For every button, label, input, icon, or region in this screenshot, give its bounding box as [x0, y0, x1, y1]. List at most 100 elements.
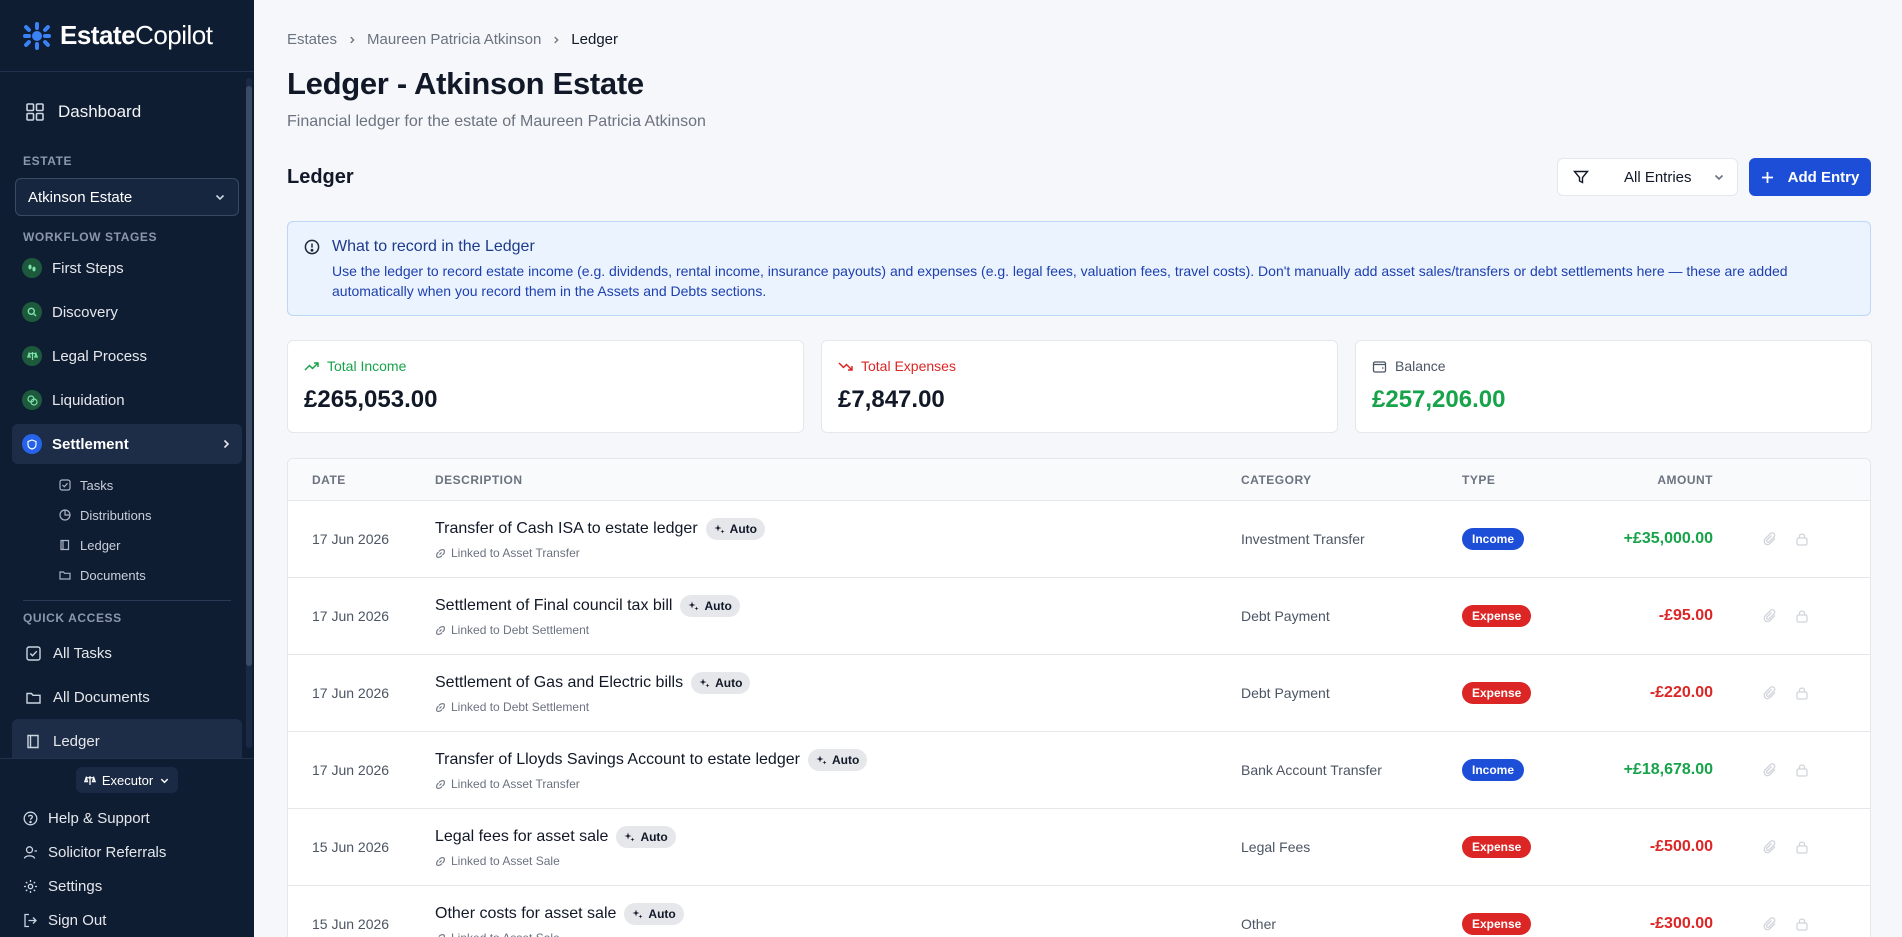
solicitor-referrals-link[interactable]: Solicitor Referrals [0, 835, 254, 869]
scrollbar-thumb[interactable] [246, 86, 252, 666]
sparkle-icon [816, 755, 827, 764]
chevron-down-icon [1714, 174, 1724, 181]
help-support-label: Help & Support [48, 809, 150, 827]
row-date: 15 Jun 2026 [312, 839, 390, 855]
folder-icon [59, 571, 71, 580]
row-actions [1763, 763, 1809, 777]
sidebar-scrollbar[interactable] [246, 78, 252, 748]
paperclip-icon[interactable] [1763, 917, 1777, 931]
header-category[interactable]: CATEGORY [1241, 473, 1462, 487]
row-type: Income [1462, 759, 1582, 781]
link-icon [436, 625, 445, 635]
logo-icon [23, 21, 51, 50]
row-category: Bank Account Transfer [1241, 762, 1382, 778]
sub-item-ledger[interactable]: Ledger [0, 530, 254, 560]
lock-icon[interactable] [1795, 609, 1809, 623]
sparkle-icon [688, 601, 699, 610]
row-link[interactable]: Linked to Asset Transfer [435, 777, 1241, 791]
help-support-link[interactable]: Help & Support [0, 801, 254, 835]
lock-icon[interactable] [1795, 763, 1809, 777]
stage-first-steps[interactable]: First Steps [12, 248, 242, 288]
row-link[interactable]: Linked to Asset Sale [435, 854, 1241, 868]
row-link[interactable]: Linked to Debt Settlement [435, 623, 1241, 637]
row-actions [1763, 686, 1809, 700]
main-content: Estates Maureen Patricia Atkinson Ledger… [254, 0, 1902, 937]
table-row[interactable]: 15 Jun 2026 Legal fees for asset sale Au… [288, 808, 1870, 885]
row-link[interactable]: Linked to Asset Sale [435, 931, 1241, 937]
row-link[interactable]: Linked to Asset Transfer [435, 546, 1241, 560]
sub-item-label: Distributions [80, 507, 152, 523]
paperclip-icon[interactable] [1763, 532, 1777, 546]
quick-all-documents[interactable]: All Documents [12, 675, 242, 719]
row-amount: -£220.00 [1649, 684, 1713, 701]
row-category: Debt Payment [1241, 685, 1330, 701]
stage-discovery[interactable]: Discovery [12, 292, 242, 332]
wallet-icon [1372, 360, 1387, 373]
row-amount: -£95.00 [1658, 607, 1713, 624]
breadcrumb-estate-owner[interactable]: Maureen Patricia Atkinson [367, 31, 541, 48]
stage-liquidation[interactable]: Liquidation [12, 380, 242, 420]
lock-icon[interactable] [1795, 917, 1809, 931]
stage-label: Discovery [52, 303, 118, 321]
lock-icon[interactable] [1795, 532, 1809, 546]
total-income-header: Total Income [304, 358, 787, 374]
brand[interactable]: EstateCopilot [0, 0, 254, 72]
table-row[interactable]: 17 Jun 2026 Settlement of Final council … [288, 577, 1870, 654]
paperclip-icon[interactable] [1763, 840, 1777, 854]
settings-label: Settings [48, 877, 103, 895]
summary-cards: Total Income £265,053.00 Total Expenses … [287, 340, 1872, 433]
row-link-text: Linked to Asset Transfer [451, 546, 580, 560]
estate-select[interactable]: Atkinson Estate [15, 178, 239, 216]
row-date: 17 Jun 2026 [312, 608, 390, 624]
sparkle-icon [699, 678, 710, 687]
row-description: Legal fees for asset sale Auto Linked to… [435, 826, 1241, 868]
header-date[interactable]: DATE [288, 473, 435, 487]
balance-value: £257,206.00 [1372, 386, 1506, 413]
ledger-table: DATE DESCRIPTION CATEGORY TYPE AMOUNT 17… [287, 458, 1871, 937]
stage-legal-process[interactable]: Legal Process [12, 336, 242, 376]
role-switcher[interactable]: Executor [76, 767, 178, 793]
paperclip-icon[interactable] [1763, 609, 1777, 623]
sign-out-link[interactable]: Sign Out [0, 903, 254, 937]
row-link-text: Linked to Asset Sale [451, 854, 560, 868]
lock-icon[interactable] [1795, 686, 1809, 700]
gear-icon [24, 879, 37, 893]
lock-icon[interactable] [1795, 840, 1809, 854]
table-row[interactable]: 17 Jun 2026 Transfer of Lloyds Savings A… [288, 731, 1870, 808]
table-row[interactable]: 15 Jun 2026 Other costs for asset sale A… [288, 885, 1870, 937]
solicitor-referrals-label: Solicitor Referrals [48, 843, 167, 861]
entries-filter-select[interactable]: All Entries [1557, 158, 1738, 196]
sub-item-tasks[interactable]: Tasks [0, 470, 254, 500]
table-row[interactable]: 17 Jun 2026 Transfer of Cash ISA to esta… [288, 500, 1870, 577]
settings-link[interactable]: Settings [0, 869, 254, 903]
quick-ledger[interactable]: Ledger [12, 719, 242, 758]
page-title: Ledger - Atkinson Estate [287, 66, 644, 101]
header-amount[interactable]: AMOUNT [1582, 473, 1713, 487]
header-description[interactable]: DESCRIPTION [435, 473, 1241, 487]
stage-label: Settlement [52, 435, 129, 453]
table-row[interactable]: 17 Jun 2026 Settlement of Gas and Electr… [288, 654, 1870, 731]
info-body: Use the ledger to record estate income (… [332, 263, 1788, 299]
total-income-card: Total Income £265,053.00 [287, 340, 804, 433]
sub-item-distributions[interactable]: Distributions [0, 500, 254, 530]
row-link[interactable]: Linked to Debt Settlement [435, 700, 1241, 714]
book-icon [60, 539, 70, 551]
breadcrumb-estates[interactable]: Estates [287, 31, 337, 48]
sidebar-divider [23, 600, 231, 601]
total-expenses-label: Total Expenses [861, 358, 956, 374]
estate-section-label: ESTATE [23, 154, 73, 168]
add-entry-button[interactable]: Add Entry [1749, 158, 1871, 196]
stage-settlement[interactable]: Settlement [12, 424, 242, 464]
trending-down-icon [838, 361, 853, 371]
row-type: Expense [1462, 836, 1582, 858]
sub-item-documents[interactable]: Documents [0, 560, 254, 590]
row-amount: -£300.00 [1649, 915, 1713, 932]
quick-all-tasks[interactable]: All Tasks [12, 631, 242, 675]
page-subtitle: Financial ledger for the estate of Maure… [287, 113, 706, 130]
row-link-text: Linked to Asset Sale [451, 931, 560, 937]
header-type[interactable]: TYPE [1462, 473, 1582, 487]
nav-dashboard[interactable]: Dashboard [12, 92, 242, 132]
paperclip-icon[interactable] [1763, 763, 1777, 777]
paperclip-icon[interactable] [1763, 686, 1777, 700]
footprints-icon [22, 258, 42, 278]
